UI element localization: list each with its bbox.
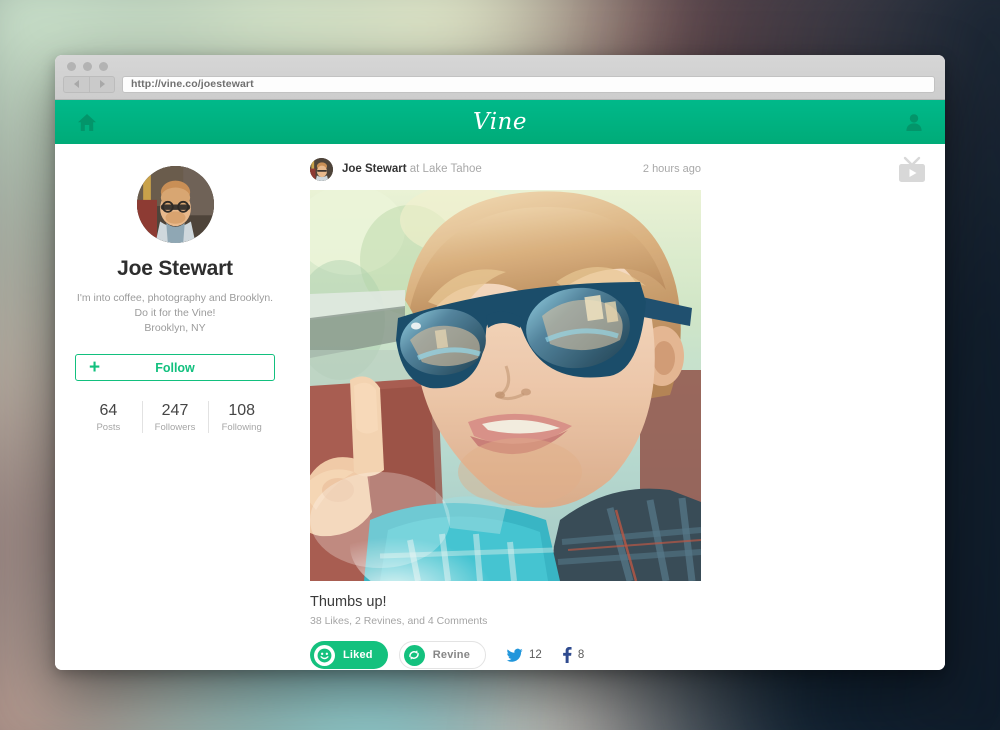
stat-posts[interactable]: 64 Posts — [75, 399, 142, 435]
profile-bio-text: I'm into coffee, photography and Brookly… — [76, 292, 274, 319]
smiley-icon — [317, 648, 332, 662]
minimize-window-button[interactable] — [83, 62, 92, 71]
desktop-background: http://vine.co/joestewart Vine Joe Stewa… — [0, 0, 1000, 730]
post-meta: Joe Stewart at Lake Tahoe — [342, 163, 482, 175]
post-author-avatar[interactable] — [310, 157, 333, 181]
profile-bio: I'm into coffee, photography and Brookly… — [75, 291, 275, 336]
stat-followers-label: Followers — [154, 422, 196, 433]
twitter-share-count: 12 — [529, 649, 542, 661]
maximize-window-button[interactable] — [99, 62, 108, 71]
post-timestamp: 2 hours ago — [642, 163, 701, 175]
back-arrow-icon — [74, 80, 79, 88]
loop-icon-wrap — [403, 644, 425, 666]
like-button-label: Liked — [343, 649, 373, 661]
window-controls[interactable] — [67, 62, 108, 71]
post-caption: Thumbs up! — [310, 594, 387, 610]
stat-posts-label: Posts — [96, 422, 121, 433]
close-window-button[interactable] — [67, 62, 76, 71]
follow-button[interactable]: + Follow — [75, 354, 275, 381]
home-icon — [78, 113, 96, 131]
url-input[interactable]: http://vine.co/joestewart — [122, 75, 935, 93]
avatar[interactable] — [136, 166, 214, 243]
post-media[interactable] — [310, 190, 701, 581]
twitter-bird-icon — [506, 648, 523, 662]
post-engagement-counts[interactable]: 38 Likes, 2 Revines, and 4 Comments — [310, 615, 945, 627]
back-button[interactable] — [63, 75, 89, 93]
twitter-share[interactable]: 12 — [506, 648, 542, 663]
stat-followers-value: 247 — [161, 402, 189, 419]
profile-name: Joe Stewart — [117, 257, 233, 280]
avatar-photo — [136, 166, 214, 243]
facebook-share[interactable]: 8 — [562, 647, 584, 663]
loop-icon — [409, 650, 420, 660]
post-media-photo — [310, 190, 701, 581]
like-button[interactable]: Liked — [310, 641, 388, 669]
post-feed: Joe Stewart at Lake Tahoe 2 hours ago Th… — [295, 144, 945, 670]
forward-arrow-icon — [99, 80, 105, 88]
revine-button-label: Revine — [432, 649, 471, 661]
home-button[interactable] — [77, 113, 97, 132]
forward-button[interactable] — [89, 75, 115, 93]
facebook-f-icon — [562, 647, 572, 663]
page-body: Joe Stewart I'm into coffee, photography… — [55, 144, 945, 670]
profile-location: Brooklyn, NY — [144, 322, 206, 334]
profile-stats: 64 Posts 247 Followers 108 Following — [75, 399, 275, 435]
post-avatar-photo — [310, 157, 333, 181]
follow-button-label: Follow — [155, 360, 195, 375]
post-actions: Liked Revine 12 8 — [310, 641, 945, 669]
profile-sidebar: Joe Stewart I'm into coffee, photography… — [55, 144, 295, 670]
site-logo: Vine — [473, 109, 527, 135]
stat-following-label: Following — [221, 422, 262, 433]
browser-chrome: http://vine.co/joestewart — [55, 55, 945, 100]
stat-following-value: 108 — [228, 402, 256, 419]
stat-following[interactable]: 108 Following — [208, 399, 275, 435]
stat-followers[interactable]: 247 Followers — [141, 399, 209, 435]
smiley-icon-wrap — [314, 644, 335, 666]
person-icon — [906, 113, 922, 131]
plus-icon: + — [89, 357, 101, 378]
post-author-name[interactable]: Joe Stewart — [342, 163, 407, 175]
browser-window: http://vine.co/joestewart Vine Joe Stewa… — [55, 55, 945, 670]
account-button[interactable] — [905, 113, 923, 132]
post-header: Joe Stewart at Lake Tahoe 2 hours ago — [310, 156, 701, 182]
revine-button[interactable]: Revine — [398, 641, 487, 669]
site-header: Vine — [55, 100, 945, 144]
stat-posts-value: 64 — [99, 402, 118, 419]
tv-channel-button[interactable] — [897, 156, 927, 189]
facebook-share-count: 8 — [577, 649, 585, 661]
post-location[interactable]: at Lake Tahoe — [410, 163, 482, 175]
browser-toolbar: http://vine.co/joestewart — [63, 75, 935, 93]
tv-play-icon — [899, 156, 925, 182]
